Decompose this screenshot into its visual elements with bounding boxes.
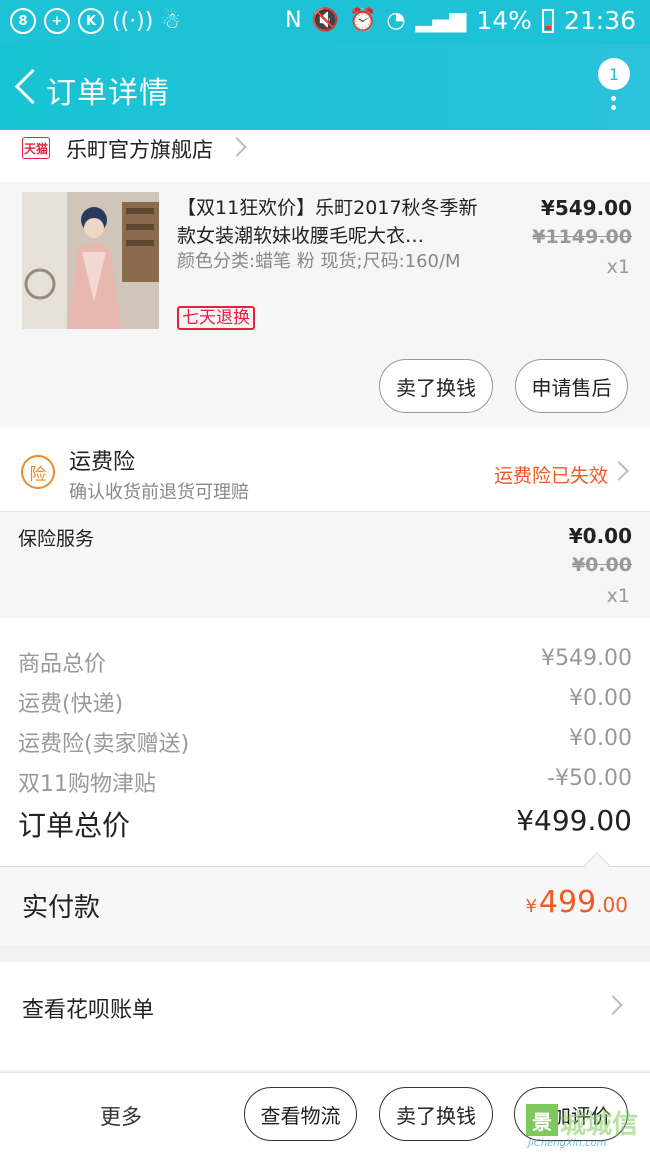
amount-paid-value: ¥ 499 .00 xyxy=(525,885,628,920)
order-total-row: 订单总价 ¥499.00 xyxy=(0,802,650,846)
insurance-icon: 险 xyxy=(21,455,55,489)
order-total-label: 订单总价 xyxy=(18,809,131,842)
product-price: ¥549.00 xyxy=(540,196,632,220)
more-dots-icon xyxy=(611,96,616,101)
battery-icon xyxy=(541,8,554,33)
summary-row: 商品总价 ¥549.00 xyxy=(0,640,650,680)
signal-icon: ▂▄▆ xyxy=(415,8,467,33)
product-thumbnail[interactable] xyxy=(22,192,159,329)
store-row[interactable]: 天猫 乐町官方旗舰店 xyxy=(0,130,650,182)
wifi-hotspot-icon: ((·)) xyxy=(112,8,154,34)
product-spec: 颜色分类:蜡笔 粉 现货;尺码:160/M xyxy=(177,251,461,272)
more-button[interactable]: 更多 xyxy=(100,1101,142,1131)
add-notification-icon: + xyxy=(44,8,70,34)
alarm-icon: ⏰ xyxy=(349,8,377,33)
price-summary: 商品总价 ¥549.00 运费(快递) ¥0.00 运费险(卖家赠送) ¥0.0… xyxy=(0,618,650,866)
huabei-bill-row[interactable]: 查看花呗账单 xyxy=(0,962,650,1070)
amount-paid-row: 实付款 ¥ 499 .00 xyxy=(0,867,650,945)
summary-row: 运费险(卖家赠送) ¥0.00 xyxy=(0,720,650,760)
summary-label: 双11购物津贴 xyxy=(18,772,156,797)
summary-value: ¥0.00 xyxy=(569,726,632,751)
more-menu-button[interactable]: 1 xyxy=(590,52,630,112)
sell-for-cash-button[interactable]: 卖了换钱 xyxy=(379,1087,493,1141)
service-original-price: ¥0.00 xyxy=(571,554,632,576)
insurance-subtitle: 确认收货前退货可理赔 xyxy=(69,482,249,503)
summary-label: 运费(快递) xyxy=(18,692,124,717)
summary-row: 运费(快递) ¥0.00 xyxy=(0,680,650,720)
insurance-status: 运费险已失效 xyxy=(493,465,608,487)
watermark-glyph: 景 xyxy=(526,1104,558,1136)
app-notification-icon: 8 xyxy=(10,8,36,34)
k-notification-icon: K xyxy=(78,8,104,34)
service-label: 保险服务 xyxy=(18,528,95,550)
currency-symbol: ¥ xyxy=(525,896,537,917)
order-total-value: ¥499.00 xyxy=(516,804,632,837)
notification-badge: 1 xyxy=(598,58,630,90)
page-title: 订单详情 xyxy=(46,76,170,111)
chevron-right-icon xyxy=(609,461,629,481)
summary-row: 双11购物津贴 -¥50.00 xyxy=(0,760,650,800)
amount-paid-label: 实付款 xyxy=(22,893,101,923)
watermark-logo: 景 城城信 JiChengXin.com xyxy=(526,1104,644,1152)
wifi-icon: ◔ xyxy=(386,8,406,33)
insurance-service-item: 保险服务 ¥0.00 ¥0.00 x1 xyxy=(0,512,650,618)
service-price: ¥0.00 xyxy=(568,524,632,548)
shipping-insurance-row[interactable]: 险 运费险 确认收货前退货可理赔 运费险已失效 xyxy=(0,428,650,512)
watermark-url: JiChengXin.com xyxy=(528,1138,607,1149)
summary-label: 运费险(卖家赠送) xyxy=(18,732,190,757)
qq-icon: ☃ xyxy=(161,8,182,34)
nfc-icon: N xyxy=(285,8,302,33)
summary-value: ¥549.00 xyxy=(541,646,632,671)
store-name: 乐町官方旗舰店 xyxy=(66,138,213,162)
product-original-price: ¥1149.00 xyxy=(532,226,632,248)
chevron-right-icon xyxy=(227,137,247,157)
chevron-right-icon xyxy=(603,995,623,1015)
view-logistics-button[interactable]: 查看物流 xyxy=(244,1087,357,1141)
huabei-bill-label: 查看花呗账单 xyxy=(22,998,155,1023)
mute-icon: 🔇 xyxy=(311,8,339,33)
seven-day-return-badge: 七天退换 xyxy=(177,306,255,330)
watermark-text: 城城信 xyxy=(560,1110,639,1140)
clock: 21:36 xyxy=(563,6,636,35)
back-arrow-icon[interactable] xyxy=(12,68,42,108)
insurance-title: 运费险 xyxy=(69,450,136,475)
battery-percent: 14% xyxy=(476,6,532,35)
sell-for-cash-button[interactable]: 卖了换钱 xyxy=(379,359,493,413)
summary-value: -¥50.00 xyxy=(547,766,632,791)
product-title[interactable]: 【双11狂欢价】乐町2017秋冬季新款女装潮软妹收腰毛呢大衣… xyxy=(177,194,487,250)
amount-decimal: .00 xyxy=(596,893,628,917)
tmall-logo-icon: 天猫 xyxy=(22,137,50,159)
product-quantity: x1 xyxy=(606,256,630,278)
service-quantity: x1 xyxy=(606,585,630,607)
status-bar: 8 + K ((·)) ☃ N 🔇 ⏰ ◔ ▂▄▆ 14% 21:36 xyxy=(0,0,650,44)
summary-value: ¥0.00 xyxy=(569,686,632,711)
amount-integer: 499 xyxy=(538,885,597,920)
app-header: 订单详情 1 xyxy=(0,44,650,130)
product-item[interactable]: 【双11狂欢价】乐町2017秋冬季新款女装潮软妹收腰毛呢大衣… 颜色分类:蜡笔 … xyxy=(0,182,650,428)
summary-label: 商品总价 xyxy=(18,652,107,677)
status-bar-right: N 🔇 ⏰ ◔ ▂▄▆ 14% 21:36 xyxy=(285,6,636,35)
after-sales-button[interactable]: 申请售后 xyxy=(515,359,628,413)
status-bar-left: 8 + K ((·)) ☃ xyxy=(10,8,181,34)
